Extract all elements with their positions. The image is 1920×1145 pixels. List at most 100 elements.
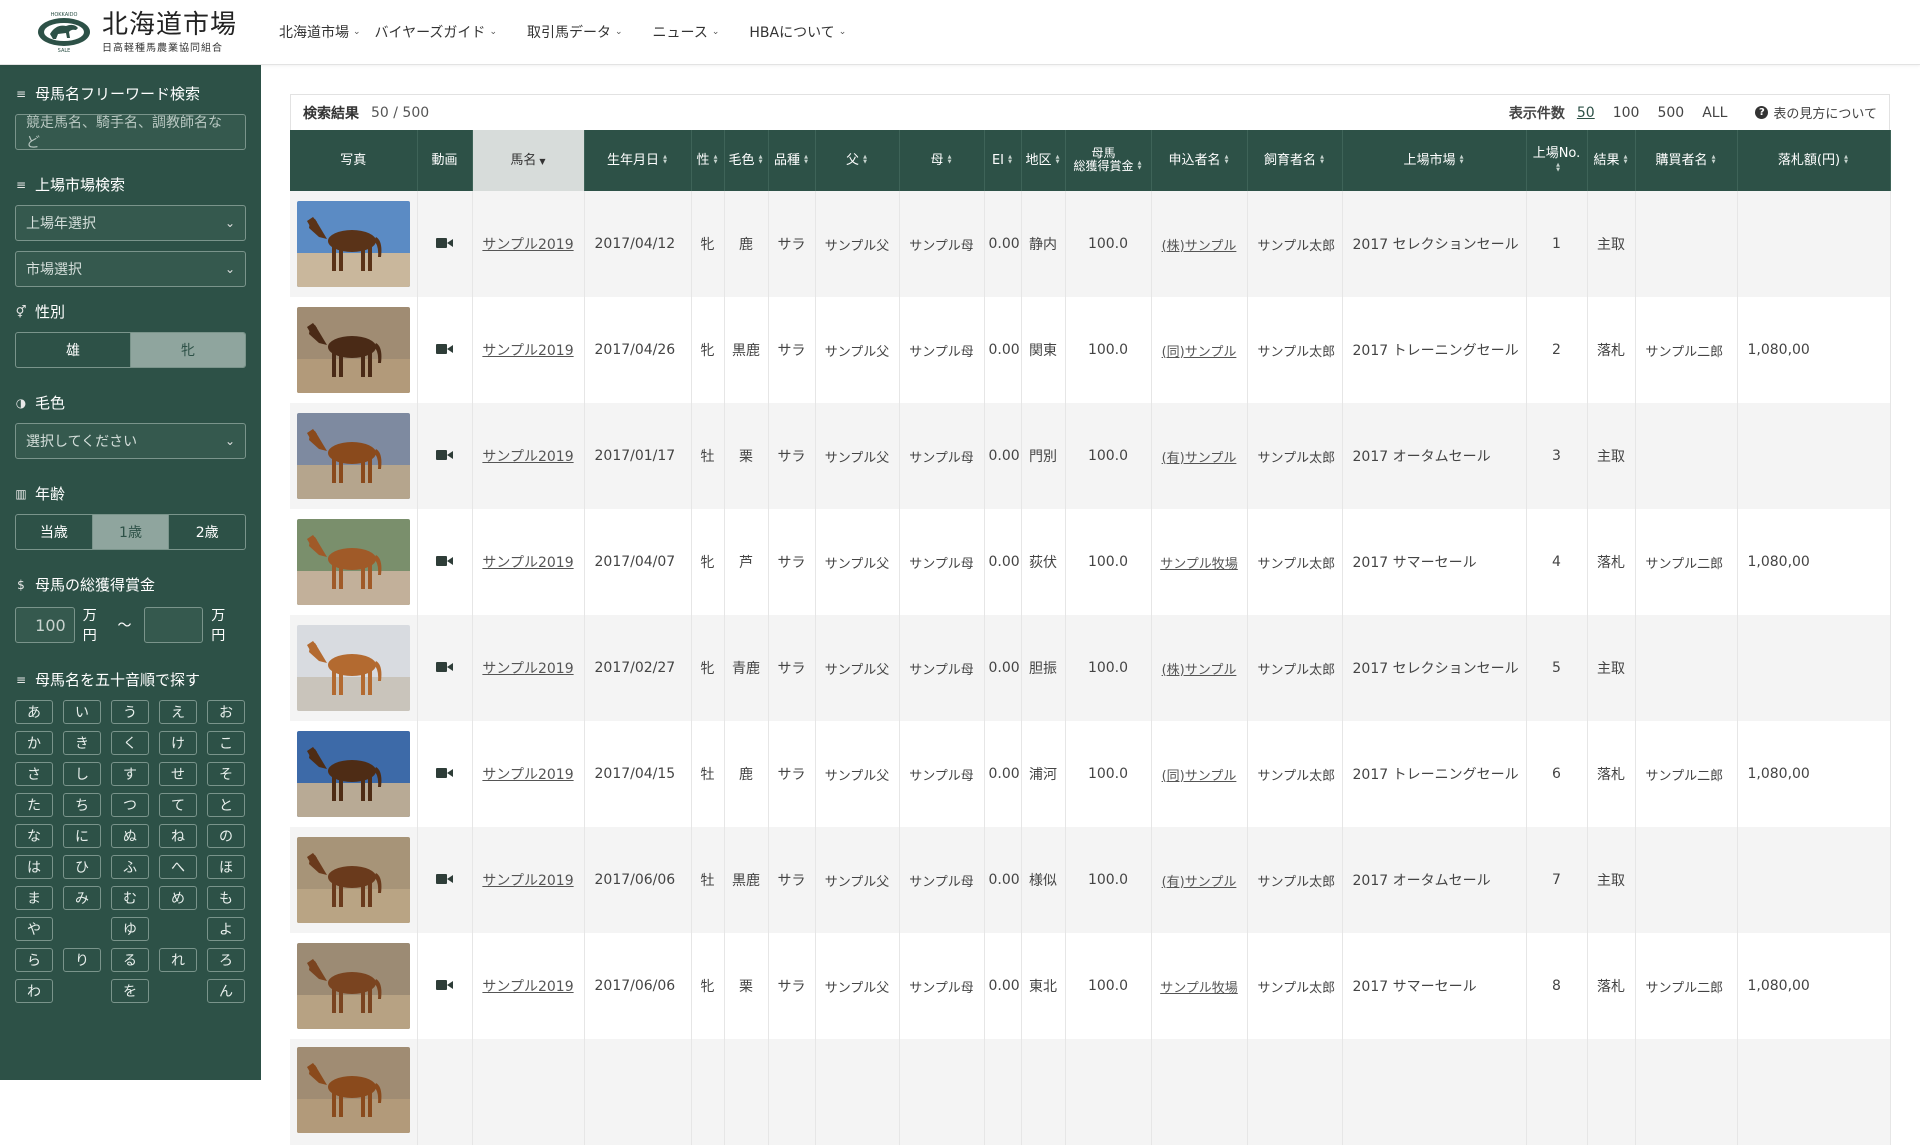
per-page-50[interactable]: 50 [1577,105,1595,121]
video-camera-icon[interactable] [435,555,454,566]
video-camera-icon[interactable] [435,237,454,248]
kana-button[interactable]: り [63,948,101,972]
cell-applicant[interactable]: (有)サンプル [1151,403,1248,509]
kana-button[interactable]: し [63,762,101,786]
kana-button[interactable]: よ [207,917,245,941]
year-select[interactable]: 上場年選択 ⌄ [15,205,246,241]
kana-button[interactable]: の [207,824,245,848]
nav-buyers-guide[interactable]: バイヤーズガイド ⌄ [375,22,497,42]
nav-about-hba[interactable]: HBAについて ⌄ [749,22,846,42]
column-header[interactable]: 性 ▲▼ [691,130,725,191]
column-header[interactable]: 上場No.▲▼ [1526,130,1588,191]
cell-name[interactable] [472,1039,585,1145]
column-header[interactable]: 飼育者名 ▲▼ [1247,130,1343,191]
kana-button[interactable]: ら [15,948,53,972]
kana-button[interactable]: ち [63,793,101,817]
horse-photo[interactable] [296,837,410,923]
cell-applicant[interactable]: サンプル牧場 [1151,933,1248,1039]
table-row[interactable] [290,1039,1891,1145]
cell-name[interactable]: サンプル2019 [472,509,585,615]
kana-button[interactable]: ま [15,886,53,910]
horse-photo[interactable] [296,413,410,499]
video-camera-icon[interactable] [435,873,454,884]
nav-hokkaido-market[interactable]: 北海道市場 ⌄ [279,22,361,42]
age-option-0[interactable]: 当歳 [16,515,93,549]
kana-button[interactable]: ぬ [111,824,149,848]
kana-button[interactable]: ふ [111,855,149,879]
kana-button[interactable]: め [159,886,197,910]
cell-name[interactable]: サンプル2019 [472,827,585,933]
kana-button[interactable]: あ [15,700,53,724]
video-camera-icon[interactable] [435,449,454,460]
cell-name[interactable]: サンプル2019 [472,403,585,509]
table-row[interactable]: サンプル2019 2017/04/07 牝 芦 サラ サンプル父 サンプル母 0.00 荻伏 10… [290,509,1891,615]
kana-button[interactable]: せ [159,762,197,786]
sex-option-female[interactable]: 牝 [131,333,245,367]
age-option-1[interactable]: 1歳 [92,515,170,549]
kana-button[interactable]: か [15,731,53,755]
kana-button[interactable]: む [111,886,149,910]
kana-button[interactable]: す [111,762,149,786]
table-row[interactable]: サンプル2019 2017/06/06 牡 黒鹿 サラ サンプル父 サンプル母 0.00 様似 1… [290,827,1891,933]
kana-button[interactable]: わ [15,979,53,1003]
kana-button[interactable]: さ [15,762,53,786]
cell-applicant[interactable]: (同)サンプル [1151,297,1248,403]
kana-button[interactable]: ろ [207,948,245,972]
coat-color-select[interactable]: 選択してください ⌄ [15,423,246,459]
kana-button[interactable]: や [15,917,53,941]
kana-button[interactable]: ひ [63,855,101,879]
nav-trade-data[interactable]: 取引馬データ ⌄ [527,22,623,42]
kana-button[interactable]: ね [159,824,197,848]
kana-button[interactable]: ほ [207,855,245,879]
horse-photo[interactable] [296,519,410,605]
kana-button[interactable]: く [111,731,149,755]
kana-button[interactable]: ん [207,979,245,1003]
kana-button[interactable]: れ [159,948,197,972]
nav-news[interactable]: ニュース ⌄ [653,22,720,42]
table-row[interactable]: サンプル2019 2017/06/06 牝 栗 サラ サンプル父 サンプル母 0.00 東北 10… [290,933,1891,1039]
column-header[interactable]: 品種 ▲▼ [768,130,816,191]
freeword-search-input[interactable]: 競走馬名、騎手名、調教師名など [15,114,246,151]
kana-button[interactable]: て [159,793,197,817]
kana-button[interactable]: え [159,700,197,724]
cell-name[interactable]: サンプル2019 [472,191,585,297]
kana-button[interactable]: い [63,700,101,724]
cell-applicant[interactable] [1151,1039,1248,1145]
horse-photo[interactable] [296,201,410,287]
kana-button[interactable]: け [159,731,197,755]
column-header[interactable]: 購買者名 ▲▼ [1635,130,1738,191]
kana-button[interactable]: た [15,793,53,817]
column-header[interactable]: 生年月日 ▲▼ [584,130,692,191]
kana-button[interactable]: ゆ [111,917,149,941]
market-select[interactable]: 市場選択 ⌄ [15,251,246,287]
video-camera-icon[interactable] [435,343,454,354]
table-row[interactable]: サンプル2019 2017/04/26 牝 黒鹿 サラ サンプル父 サンプル母 0.00 関東 1… [290,297,1891,403]
column-header[interactable]: 上場市場 ▲▼ [1342,130,1527,191]
cell-name[interactable]: サンプル2019 [472,721,585,827]
kana-button[interactable]: つ [111,793,149,817]
kana-button[interactable]: へ [159,855,197,879]
horse-photo[interactable] [296,731,410,817]
column-header[interactable]: 申込者名 ▲▼ [1151,130,1248,191]
table-row[interactable]: サンプル2019 2017/01/17 牡 栗 サラ サンプル父 サンプル母 0.00 門別 10… [290,403,1891,509]
per-page-500[interactable]: 500 [1657,105,1684,121]
cell-name[interactable]: サンプル2019 [472,615,585,721]
table-row[interactable]: サンプル2019 2017/04/12 牝 鹿 サラ サンプル父 サンプル母 0.00 静内 10… [290,191,1891,297]
cell-applicant[interactable]: サンプル牧場 [1151,509,1248,615]
cell-name[interactable]: サンプル2019 [472,933,585,1039]
horse-photo[interactable] [296,1047,410,1133]
cell-applicant[interactable]: (同)サンプル [1151,721,1248,827]
table-row[interactable]: サンプル2019 2017/04/15 牡 鹿 サラ サンプル父 サンプル母 0.00 浦河 10… [290,721,1891,827]
cell-applicant[interactable]: (株)サンプル [1151,615,1248,721]
column-header[interactable]: 母 ▲▼ [899,130,985,191]
kana-button[interactable]: な [15,824,53,848]
kana-button[interactable]: み [63,886,101,910]
per-page-all[interactable]: ALL [1702,105,1727,121]
kana-button[interactable]: は [15,855,53,879]
kana-button[interactable]: に [63,824,101,848]
per-page-100[interactable]: 100 [1613,105,1640,121]
kana-button[interactable]: と [207,793,245,817]
prize-max-input[interactable] [143,607,204,643]
kana-button[interactable]: き [63,731,101,755]
horse-photo[interactable] [296,307,410,393]
